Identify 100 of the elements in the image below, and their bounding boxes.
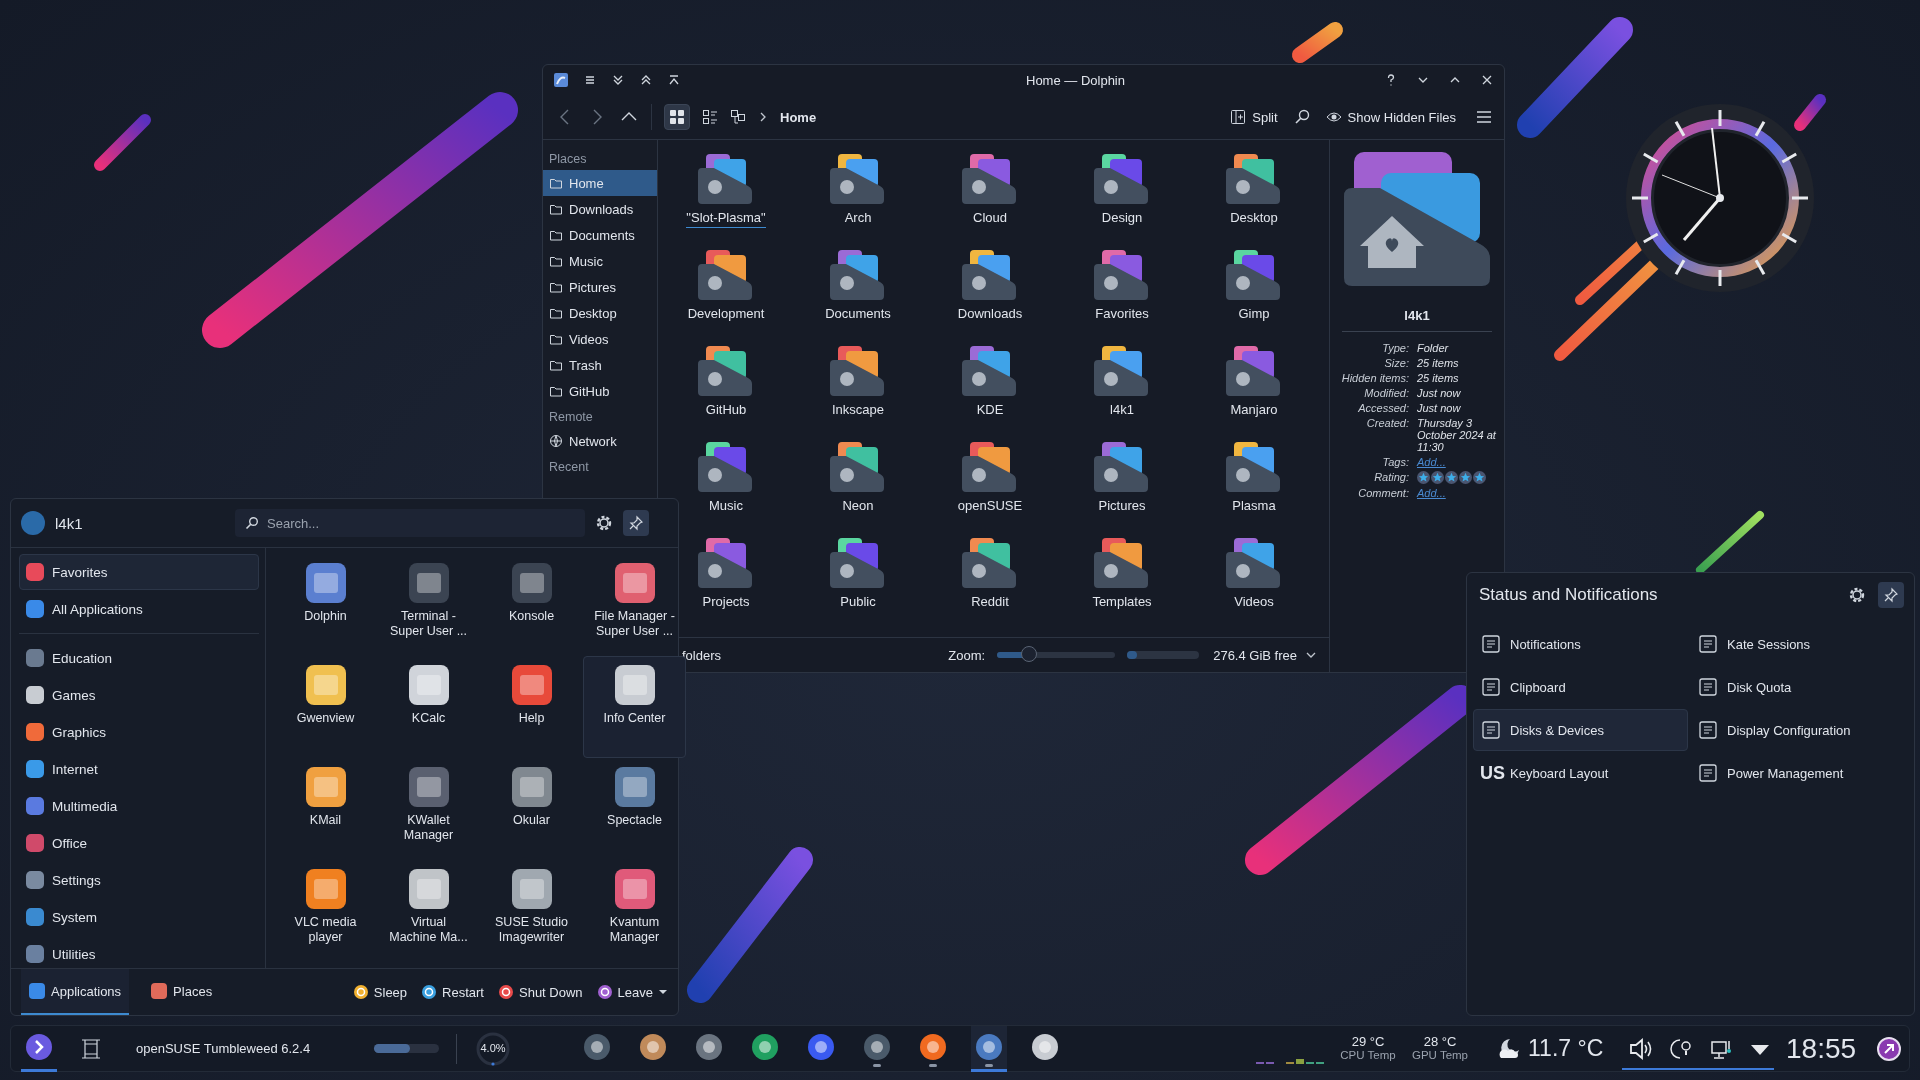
applet-item[interactable]: Disk Quota	[1690, 666, 1905, 708]
avatar-icon[interactable]	[21, 511, 45, 535]
split-button[interactable]: Split	[1230, 109, 1278, 125]
folder-item[interactable]: openSUSE	[957, 442, 1023, 516]
category-item[interactable]: Education	[19, 640, 259, 676]
add-link[interactable]: Add...	[1417, 456, 1497, 468]
app-item[interactable]: Info Center	[583, 656, 686, 758]
app-item[interactable]: Terminal - Super User ...	[377, 554, 480, 656]
settings-icon[interactable]	[1848, 586, 1866, 604]
window-list-icon[interactable]	[79, 1036, 103, 1061]
folder-item[interactable]: Downloads	[957, 250, 1023, 324]
folder-item[interactable]: Gimp	[1226, 250, 1282, 324]
folder-item[interactable]: Templates	[1092, 538, 1152, 612]
close-icon[interactable]	[1480, 73, 1494, 87]
place-item[interactable]: Videos	[543, 326, 657, 352]
power-action-button[interactable]: Sleep	[352, 984, 408, 1000]
folder-item[interactable]: Manjaro	[1226, 346, 1282, 420]
app-item[interactable]: Virtual Machine Ma...	[377, 860, 480, 962]
folder-item[interactable]: Desktop	[1226, 154, 1282, 228]
applet-item[interactable]: Display Configuration	[1690, 709, 1905, 751]
category-item[interactable]: Internet	[19, 751, 259, 787]
shade-icon[interactable]	[667, 73, 681, 87]
category-item[interactable]: Games	[19, 677, 259, 713]
applet-item[interactable]: Kate Sessions	[1690, 623, 1905, 665]
category-item[interactable]: Utilities	[19, 936, 259, 972]
folder-item[interactable]: Cloud	[962, 154, 1018, 228]
category-item[interactable]: Office	[19, 825, 259, 861]
applet-item[interactable]: Notifications	[1473, 623, 1688, 665]
app-item[interactable]: Gwenview	[274, 656, 377, 758]
folder-item[interactable]: GitHub	[698, 346, 754, 420]
double-chevron-up-icon[interactable]	[639, 73, 653, 87]
folder-item[interactable]: "Slot-Plasma"	[686, 154, 766, 228]
app-item[interactable]: Spectacle	[583, 758, 686, 860]
folder-item[interactable]: Projects	[698, 538, 754, 612]
search-icon[interactable]	[1293, 109, 1310, 125]
power-action-button[interactable]: Shut Down	[498, 984, 583, 1000]
pin-button[interactable]	[623, 510, 649, 536]
night-light-icon[interactable]	[1670, 1036, 1694, 1061]
folder-item[interactable]: Public	[830, 538, 886, 612]
place-item[interactable]: Trash	[543, 352, 657, 378]
applet-item[interactable]: Power Management	[1690, 752, 1905, 794]
logout-icon[interactable]	[1876, 1035, 1903, 1062]
pin-button[interactable]	[1878, 582, 1904, 608]
details-view-icon[interactable]	[702, 109, 718, 125]
double-chevron-down-icon[interactable]	[611, 73, 625, 87]
zoom-slider[interactable]	[997, 646, 1116, 664]
launcher-tab[interactable]: Applications	[21, 969, 130, 1015]
folder-item[interactable]: Documents	[825, 250, 891, 324]
app-item[interactable]: Konsole	[480, 554, 583, 656]
folder-item[interactable]: Pictures	[1094, 442, 1150, 516]
volume-icon[interactable]	[1628, 1036, 1654, 1061]
folder-item[interactable]: Reddit	[962, 538, 1018, 612]
settings-icon[interactable]	[595, 514, 613, 532]
place-item[interactable]: Home	[543, 170, 657, 196]
power-action-button[interactable]: Restart	[421, 984, 484, 1000]
place-item[interactable]: Network	[543, 428, 657, 454]
app-item[interactable]: VLC media player	[274, 860, 377, 962]
folder-item[interactable]: Plasma	[1226, 442, 1282, 516]
task-button[interactable]	[971, 1025, 1007, 1072]
folder-item[interactable]: Neon	[830, 442, 886, 516]
category-item[interactable]: System	[19, 899, 259, 935]
category-item[interactable]: Settings	[19, 862, 259, 898]
app-item[interactable]: KMail	[274, 758, 377, 860]
folder-item[interactable]: Favorites	[1094, 250, 1150, 324]
folder-item[interactable]: Development	[687, 250, 765, 324]
applet-item[interactable]: Disks & Devices	[1473, 709, 1688, 751]
menu-icon[interactable]	[1476, 109, 1492, 125]
add-link[interactable]: Add...	[1417, 487, 1497, 499]
place-item[interactable]: Pictures	[543, 274, 657, 300]
applet-item[interactable]: US Keyboard Layout	[1473, 752, 1688, 794]
folder-item[interactable]: Inkscape	[830, 346, 886, 420]
icons-view-button[interactable]	[664, 104, 690, 130]
category-item[interactable]: All Applications	[19, 591, 259, 627]
search-field[interactable]: Search...	[235, 509, 585, 537]
folder-item[interactable]: Music	[698, 442, 754, 516]
dolphin-app-icon[interactable]	[553, 72, 569, 88]
app-item[interactable]: Okular	[480, 758, 583, 860]
place-item[interactable]: Music	[543, 248, 657, 274]
place-item[interactable]: Documents	[543, 222, 657, 248]
place-item[interactable]: Downloads	[543, 196, 657, 222]
app-item[interactable]: Dolphin	[274, 554, 377, 656]
place-item[interactable]: GitHub	[543, 378, 657, 404]
category-item[interactable]: Graphics	[19, 714, 259, 750]
app-item[interactable]: KWallet Manager	[377, 758, 480, 860]
place-item[interactable]: Desktop	[543, 300, 657, 326]
launcher-tab[interactable]: Places	[143, 969, 221, 1015]
tree-view-icon[interactable]	[730, 109, 746, 125]
applet-item[interactable]: Clipboard	[1473, 666, 1688, 708]
digital-clock[interactable]: 18:55	[1786, 1032, 1857, 1065]
folder-item[interactable]: Videos	[1226, 538, 1282, 612]
app-item[interactable]: KCalc	[377, 656, 480, 758]
app-item[interactable]: Help	[480, 656, 583, 758]
folder-item[interactable]: KDE	[962, 346, 1018, 420]
menu-icon[interactable]	[583, 73, 597, 87]
app-item[interactable]: Kvantum Manager	[583, 860, 686, 962]
category-item[interactable]: Favorites	[19, 554, 259, 590]
breadcrumb-item[interactable]: Home	[780, 109, 817, 125]
show-hidden-files-button[interactable]: Show Hidden Files	[1325, 109, 1456, 125]
category-item[interactable]: Multimedia	[19, 788, 259, 824]
app-item[interactable]: SUSE Studio Imagewriter	[480, 860, 583, 962]
